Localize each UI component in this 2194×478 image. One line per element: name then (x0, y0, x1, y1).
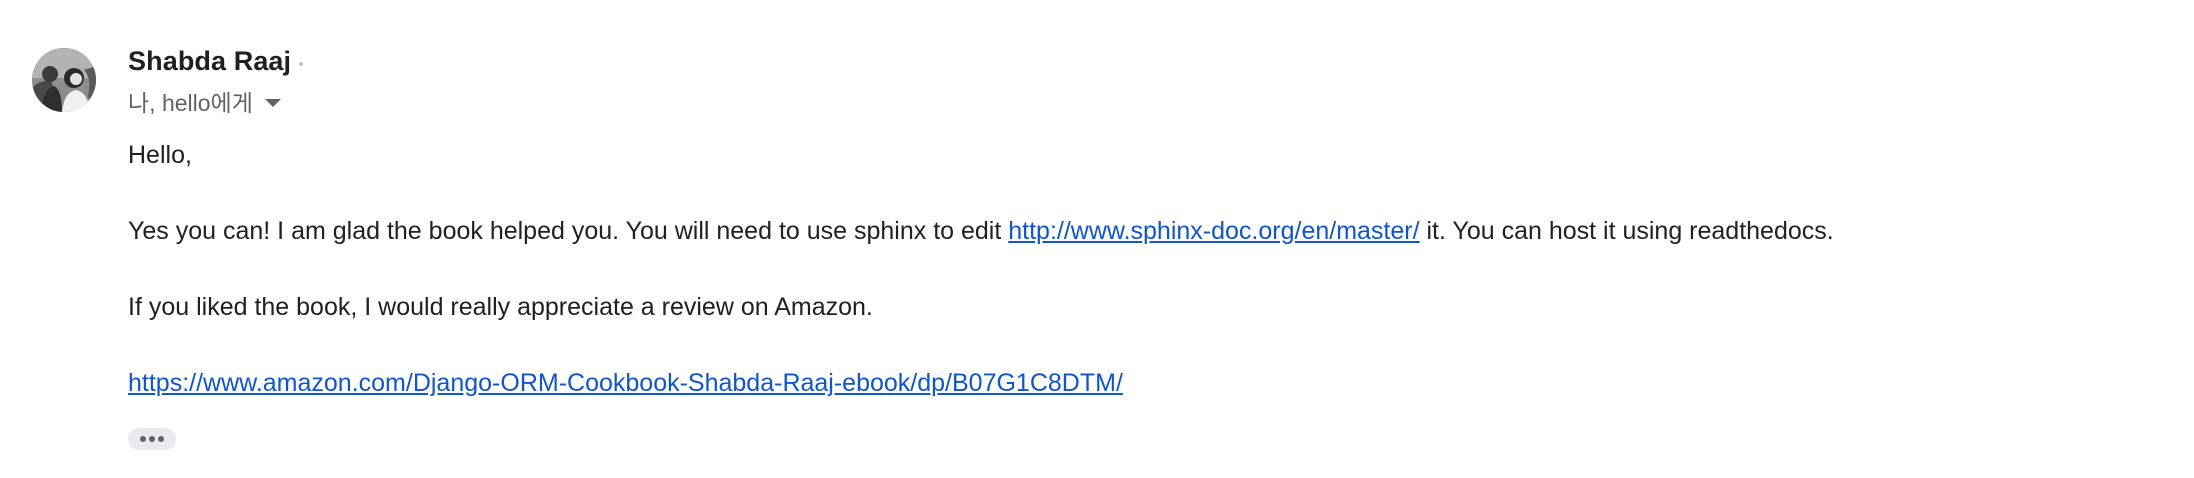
amazon-paragraph: https://www.amazon.com/Django-ORM-Cookbo… (128, 366, 1834, 400)
email-message: Shabda Raaj 나, hello에게 Hello, Yes you ca… (0, 0, 2194, 478)
sender-details-dot (299, 62, 304, 66)
more-dot (149, 436, 155, 442)
chevron-down-icon[interactable] (264, 98, 281, 107)
recipients-toggle[interactable]: 나, hello에게 (128, 86, 303, 116)
more-dot (140, 436, 146, 442)
sender-block: Shabda Raaj 나, hello에게 (128, 44, 304, 116)
avatar[interactable] (32, 48, 96, 112)
sphinx-paragraph: Yes you can! I am glad the book helped y… (128, 214, 1834, 248)
sphinx-text-after: it. You can host it using readthedocs. (1419, 217, 1834, 245)
greeting-line: Hello, (128, 141, 192, 169)
message-body: Hello, Yes you can! I am glad the book h… (128, 138, 1834, 400)
amazon-link[interactable]: https://www.amazon.com/Django-ORM-Cookbo… (128, 369, 1123, 397)
more-dot (158, 436, 164, 442)
recipients-label: 나, hello에게 (128, 90, 253, 116)
sphinx-text-before: Yes you can! I am glad the book helped y… (128, 217, 1009, 245)
sphinx-link[interactable]: http://www.sphinx-doc.org/en/master/ (1008, 217, 1419, 245)
review-paragraph: If you liked the book, I would really ap… (128, 293, 873, 321)
show-trimmed-content-button[interactable] (128, 428, 176, 450)
sender-name[interactable]: Shabda Raaj (128, 46, 291, 77)
avatar-photo (32, 48, 96, 112)
sender-row: Shabda Raaj (128, 44, 304, 78)
